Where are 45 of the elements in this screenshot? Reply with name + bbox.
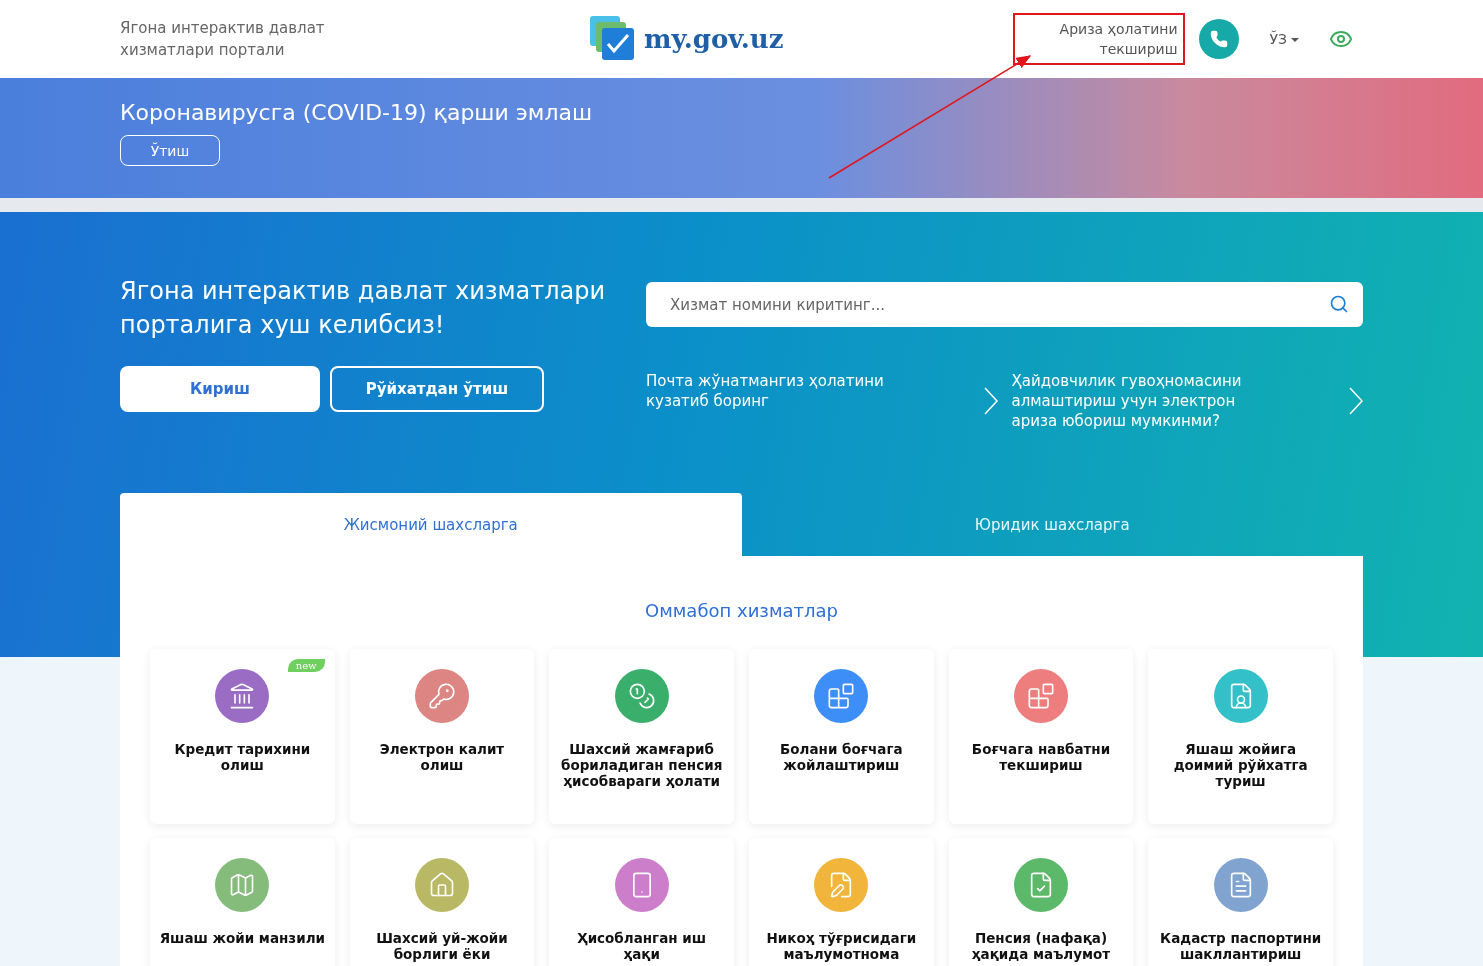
service-card[interactable]: Электрон калит олиш xyxy=(349,649,535,824)
service-title: Яшаш жойи манзили xyxy=(159,930,325,946)
phone-button[interactable] xyxy=(1199,19,1240,59)
service-title: Шахсий уй-жойи борлиги ёки xyxy=(375,930,509,962)
service-card[interactable]: Кадастр паспортини шакллантириш xyxy=(1148,838,1333,966)
login-button[interactable]: Кириш xyxy=(120,366,320,412)
portal-tagline: Ягона интерактив давлат хизматлари портали xyxy=(120,18,326,61)
service-title: Яшаш жойига доимий рўйхатга туриш xyxy=(1172,741,1309,789)
service-title: Шахсий жамғариб бориладиган пенсия ҳисобвараги ҳолати xyxy=(560,741,724,789)
site-logo[interactable]: my.gov.uz xyxy=(644,24,784,54)
service-card[interactable]: Яшаш жойига доимий рўйхатга туриш xyxy=(1148,649,1333,824)
checkmark-logo-icon xyxy=(590,16,637,62)
service-card[interactable]: Боғчага навбатни текшириш xyxy=(948,649,1134,824)
audience-tab[interactable]: Жисмоний шахсларга xyxy=(120,493,742,556)
new-badge: new xyxy=(287,659,325,672)
search-field[interactable]: Хизмат номини киритинг... xyxy=(646,282,1363,327)
service-card[interactable]: Шахсий уй-жойи борлиги ёки xyxy=(349,838,535,966)
service-title: Болани боғчага жойлаштириш xyxy=(779,741,904,773)
service-card[interactable]: Шахсий жамғариб бориладиган пенсия ҳисобвараги ҳолати xyxy=(549,649,734,824)
status-check-link[interactable]: Ариза ҳолатини текшириш xyxy=(1013,13,1186,65)
service-title: Пенсия (нафақа) ҳақида маълумот xyxy=(970,930,1112,962)
service-title: Кредит тарихини олиш xyxy=(173,741,312,773)
go-button[interactable]: Ўтиш xyxy=(120,135,220,166)
banner-title: Коронавирусга (COVID-19) қарши эмлаш xyxy=(120,100,594,125)
service-title: Ҳисобланган иш ҳақи xyxy=(576,930,708,962)
register-button[interactable]: Рўйхатдан ўтиш xyxy=(330,366,544,412)
search-icon[interactable] xyxy=(1329,294,1349,314)
service-card[interactable]: Никоҳ тўғрисидаги маълумотнома xyxy=(749,838,934,966)
language-dropdown[interactable]: ЎЗ xyxy=(1253,31,1315,47)
service-card[interactable]: Яшаш жойи манзили xyxy=(150,838,335,966)
chevron-right-icon xyxy=(1349,387,1363,415)
service-card[interactable]: Ҳисобланган иш ҳақи xyxy=(549,838,734,966)
section-title: Оммабоп хизматлар xyxy=(644,600,839,621)
phone-icon xyxy=(1210,30,1229,48)
service-card[interactable]: new Кредит тарихини олиш xyxy=(150,649,335,824)
service-title: Никоҳ тўғрисидаги маълумотнома xyxy=(765,930,918,962)
service-title: Электрон калит олиш xyxy=(378,741,506,773)
welcome-title: Ягона интерактив давлат хизматлари порталига хуш келибсиз! xyxy=(120,276,607,341)
service-title: Кадастр паспортини шакллантириш xyxy=(1159,930,1323,962)
chevron-right-icon xyxy=(983,387,998,415)
service-card[interactable]: Болани боғчага жойлаштириш xyxy=(749,649,934,824)
info-link[interactable]: Почта жўнатмангиз ҳолатини кузатиб боринг xyxy=(646,371,998,431)
service-card[interactable]: Пенсия (нафақа) ҳақида маълумот xyxy=(948,838,1134,966)
service-title: Боғчага навбатни текшириш xyxy=(970,741,1112,773)
caret-icon xyxy=(1291,38,1299,42)
